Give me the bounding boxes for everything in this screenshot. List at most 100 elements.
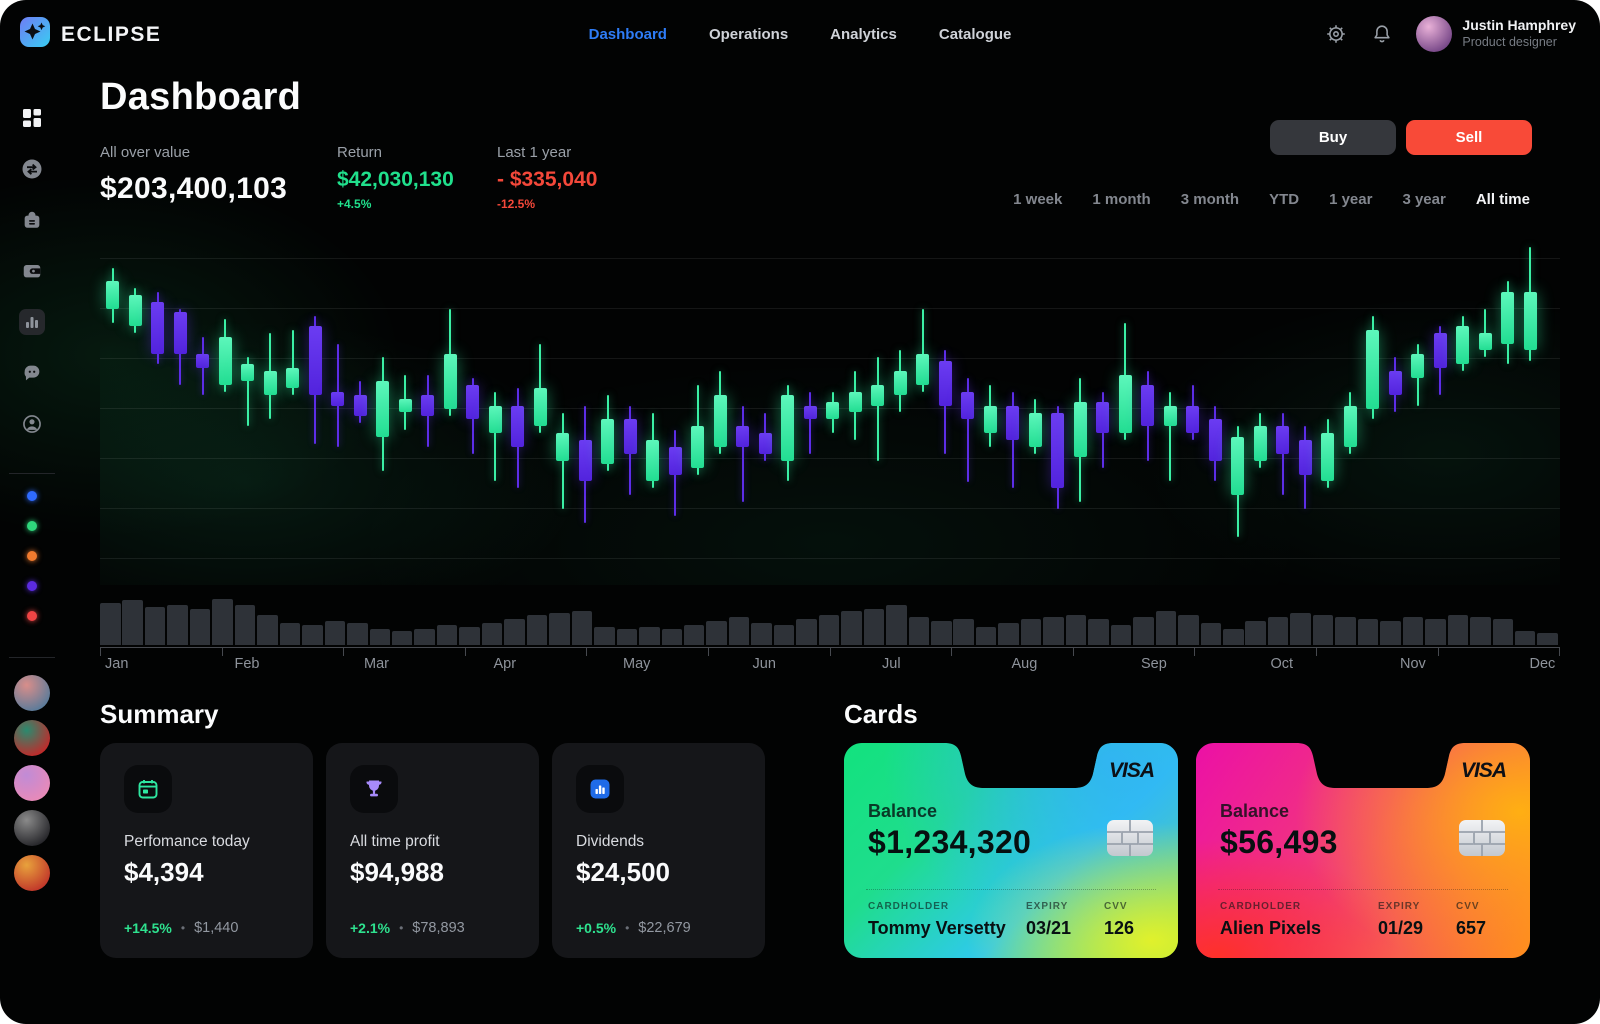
card-divider (1218, 889, 1508, 890)
range-3-year[interactable]: 3 year (1402, 191, 1445, 208)
volume-bar (325, 621, 346, 645)
gridline (100, 308, 1560, 309)
buy-button[interactable]: Buy (1270, 120, 1396, 155)
candle-body-down (151, 302, 164, 354)
x-axis-tick (343, 648, 344, 656)
sell-button[interactable]: Sell (1406, 120, 1532, 155)
stat-value: $203,400,103 (100, 172, 287, 206)
volume-bar (639, 627, 660, 645)
volume-bar (392, 631, 413, 645)
candle-body-up (534, 388, 547, 426)
watchlist-dot[interactable] (27, 551, 37, 561)
volume-bar (1493, 619, 1514, 645)
candlestick-chart (100, 240, 1560, 585)
volume-bars (100, 593, 1560, 645)
volume-bar (909, 617, 930, 645)
volume-bar (1515, 631, 1536, 645)
volume-bar (212, 599, 233, 645)
volume-bar (1335, 617, 1356, 645)
x-axis-label: Jul (882, 656, 901, 672)
stats-icon[interactable] (19, 309, 45, 335)
range-1-month[interactable]: 1 month (1092, 191, 1150, 208)
cardholder-name: Tommy Versetty (868, 918, 1026, 939)
volume-bar (1245, 621, 1266, 645)
range-ytd[interactable]: YTD (1269, 191, 1299, 208)
candle-body-up (399, 399, 412, 413)
candle-body-down (1186, 406, 1199, 434)
contact-avatar[interactable] (14, 855, 50, 891)
balance-value: $56,493 (1220, 824, 1338, 861)
volume-bar (1066, 615, 1087, 645)
range-3-month[interactable]: 3 month (1181, 191, 1239, 208)
summary-label: Perfomance today (124, 833, 289, 851)
nav-operations[interactable]: Operations (709, 26, 788, 43)
volume-bar (1268, 617, 1289, 645)
nav-dashboard[interactable]: Dashboard (589, 26, 667, 43)
x-axis-label: Oct (1271, 656, 1294, 672)
watchlist-dot[interactable] (27, 491, 37, 501)
stat-last-year: Last 1 year - $335,040 -12.5% (497, 144, 597, 211)
sidebar-divider (9, 657, 55, 658)
contact-avatar[interactable] (14, 765, 50, 801)
portfolio-icon[interactable] (19, 207, 45, 233)
volume-bar (167, 605, 188, 645)
candle-body-up (871, 385, 884, 406)
credit-card-sunset[interactable]: VISA Balance $56,493 CARDHOLDER Alien Pi… (1196, 743, 1530, 958)
stat-value: $42,030,130 (337, 168, 454, 192)
contact-avatar[interactable] (14, 675, 50, 711)
dashboard-grid-icon[interactable] (19, 105, 45, 131)
volume-bar (280, 623, 301, 645)
brand[interactable]: ECLIPSE (20, 17, 161, 52)
nav-analytics[interactable]: Analytics (830, 26, 897, 43)
app-window: ECLIPSE Dashboard Operations Analytics C… (0, 0, 1600, 1024)
range-all-time[interactable]: All time (1476, 191, 1530, 208)
chat-icon[interactable] (19, 360, 45, 386)
notifications-bell-icon[interactable] (1370, 22, 1394, 46)
x-axis-tick (1559, 648, 1560, 656)
user-avatar (1416, 16, 1452, 52)
candle-body-up (1074, 402, 1087, 457)
settings-gear-icon[interactable] (1324, 22, 1348, 46)
x-axis-tick (1194, 648, 1195, 656)
watchlist-dot[interactable] (27, 581, 37, 591)
candle-body-down (466, 385, 479, 420)
x-axis-tick (951, 648, 952, 656)
expiry-value: 03/21 (1026, 918, 1104, 939)
volume-bar (774, 625, 795, 645)
page-title: Dashboard (100, 76, 301, 119)
cvv-label: CVV (1456, 901, 1510, 912)
summary-card-performance: Perfomance today $4,394 +14.5% • $1,440 (100, 743, 313, 958)
user-menu[interactable]: Justin Hamphrey Product designer (1416, 16, 1576, 52)
volume-bar (931, 621, 952, 645)
contact-avatar[interactable] (14, 810, 50, 846)
nav-catalogue[interactable]: Catalogue (939, 26, 1012, 43)
volume-bar (1425, 619, 1446, 645)
watchlist-dot[interactable] (27, 521, 37, 531)
range-1-week[interactable]: 1 week (1013, 191, 1062, 208)
volume-bar (1178, 615, 1199, 645)
volume-bar (1290, 613, 1311, 645)
credit-card-green[interactable]: VISA Balance $1,234,320 CARDHOLDER Tommy… (844, 743, 1178, 958)
range-1-year[interactable]: 1 year (1329, 191, 1372, 208)
watchlist-dot[interactable] (27, 611, 37, 621)
cvv-label: CVV (1104, 901, 1158, 912)
card-divider (866, 889, 1156, 890)
candle-body-up (1119, 375, 1132, 434)
wallet-icon[interactable] (19, 258, 45, 284)
x-axis-label: Mar (364, 656, 389, 672)
stat-label: All over value (100, 144, 287, 161)
exchange-icon[interactable] (19, 156, 45, 182)
volume-bar (302, 625, 323, 645)
candle-wick-down (742, 406, 744, 503)
volume-bar (662, 629, 683, 645)
candle-body-up (286, 368, 299, 389)
contact-avatar[interactable] (14, 720, 50, 756)
candle-body-up (601, 419, 614, 464)
volume-bar (370, 629, 391, 645)
candle-body-up (376, 381, 389, 436)
profile-icon[interactable] (19, 411, 45, 437)
x-axis-tick (465, 648, 466, 656)
volume-bar (751, 623, 772, 645)
volume-bar (235, 605, 256, 645)
candle-body-up (129, 295, 142, 326)
